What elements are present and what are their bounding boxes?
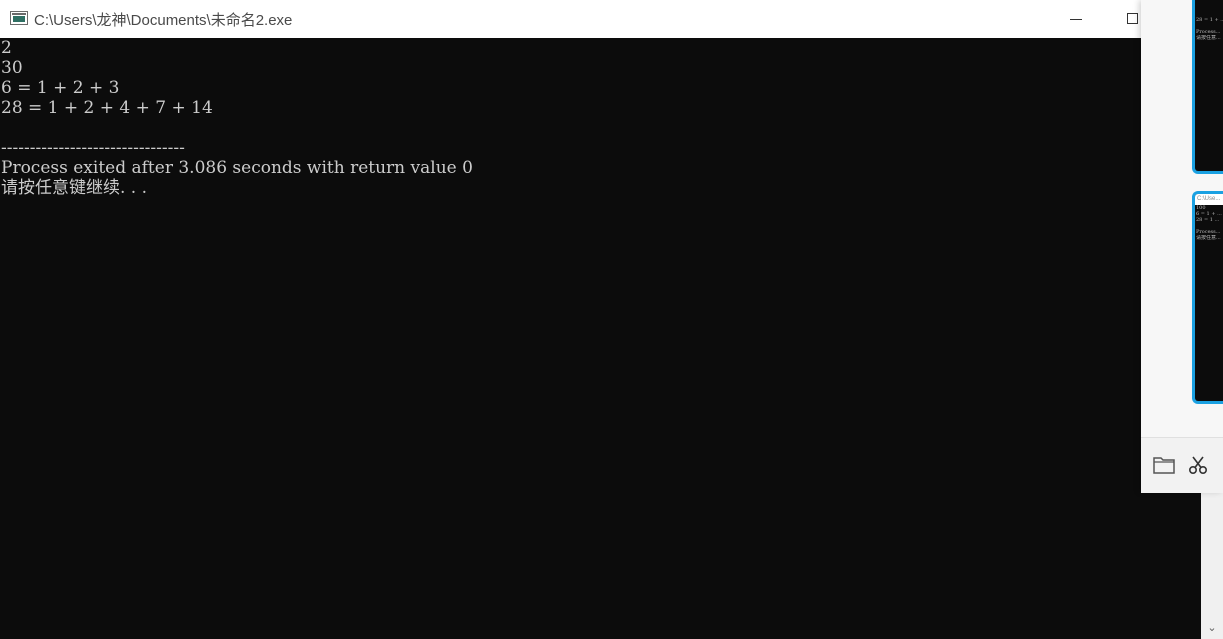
- thumbnail-side-panel: 28 = 1 + ... Process... 请按任意... C:\Use..…: [1141, 0, 1223, 493]
- console-line: 28 = 1 + 2 + 4 + 7 + 14: [1, 98, 213, 118]
- maximize-icon: [1127, 13, 1138, 24]
- window-thumbnail-2[interactable]: C:\Use... 100 6 = 1 + ... 28 = 1 ... Pro…: [1192, 191, 1223, 404]
- panel-toolbar: [1141, 437, 1223, 493]
- thumb-line: 请按任意...: [1196, 35, 1221, 41]
- title-bar[interactable]: C:\Users\龙神\Documents\未命名2.exe: [0, 0, 1223, 39]
- console-line: 2: [1, 38, 12, 58]
- minimize-button[interactable]: [1052, 0, 1098, 38]
- window-title: C:\Users\龙神\Documents\未命名2.exe: [34, 12, 293, 29]
- console-line: 6 = 1 + 2 + 3: [1, 78, 120, 98]
- console-line: Process exited after 3.086 seconds with …: [1, 158, 473, 178]
- console-window: C:\Users\龙神\Documents\未命名2.exe 2 30 6 = …: [0, 0, 1223, 639]
- console-separator-line: --------------------------------: [1, 138, 185, 158]
- thumb-title: C:\Use...: [1195, 194, 1223, 205]
- minimize-icon: [1070, 19, 1082, 20]
- console-output-area[interactable]: 2 30 6 = 1 + 2 + 3 28 = 1 + 2 + 4 + 7 + …: [0, 38, 1201, 639]
- thumb-line: 28 = 1 ...: [1196, 217, 1220, 223]
- thumb-line: 28 = 1 + ...: [1196, 17, 1223, 23]
- scroll-down-arrow-icon[interactable]: ⌄: [1201, 617, 1223, 639]
- console-app-icon: [10, 11, 28, 25]
- console-line: 30: [1, 58, 23, 78]
- window-thumbnail-1[interactable]: 28 = 1 + ... Process... 请按任意...: [1192, 0, 1223, 174]
- folder-icon[interactable]: [1153, 455, 1175, 475]
- console-line: 请按任意键继续. . .: [1, 178, 148, 198]
- thumb-line: 请按任意...: [1196, 235, 1221, 241]
- scissors-icon[interactable]: [1187, 454, 1209, 476]
- console-text-block: 2 30 6 = 1 + 2 + 3 28 = 1 + 2 + 4 + 7 + …: [0, 38, 473, 198]
